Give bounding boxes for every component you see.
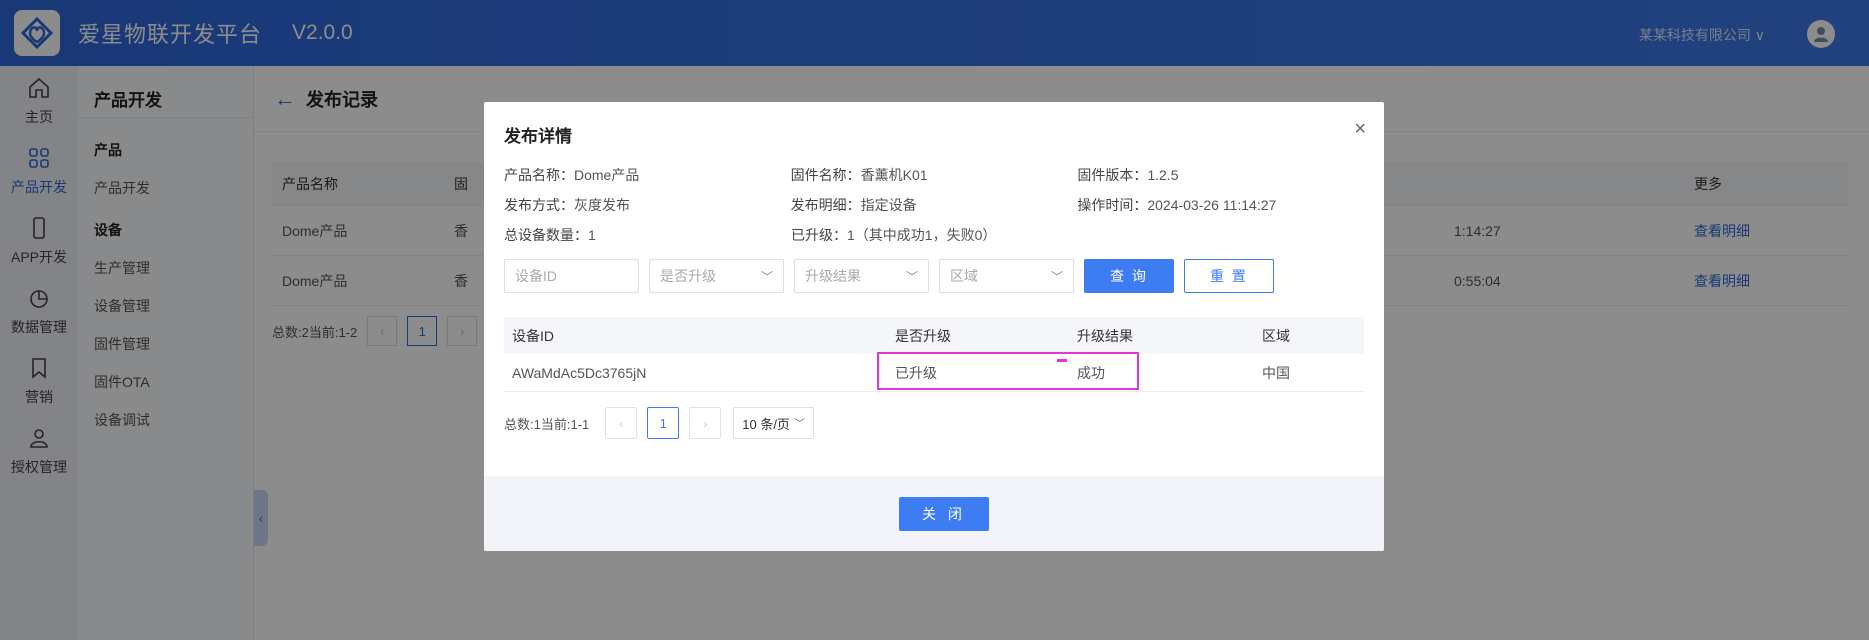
page-size-value: 10 条/页 [742, 416, 790, 432]
filter-bar: 设备ID 是否升级 ﹀ 升级结果 ﹀ 区域 ﹀ 查 询 重 置 [504, 259, 1274, 293]
info-key: 固件版本： [1077, 167, 1148, 183]
query-button[interactable]: 查 询 [1084, 259, 1174, 293]
info-key: 产品名称： [504, 167, 574, 183]
upgraded-placeholder: 是否升级 [660, 268, 716, 284]
table-header: 设备ID 是否升级 升级结果 区域 [504, 317, 1364, 354]
info-value: 2024-03-26 11:14:27 [1147, 197, 1277, 213]
cell-region: 中国 [1262, 364, 1290, 381]
info-key: 发布方式： [504, 197, 574, 213]
page-size-select[interactable]: 10 条/页 ﹀ [733, 407, 814, 439]
info-product: 产品名称：Dome产品 [504, 165, 791, 185]
info-firmware-version: 固件版本：1.2.5 [1077, 165, 1364, 185]
region-select[interactable]: 区域 ﹀ [939, 259, 1074, 293]
pager-summary: 总数:1当前:1-1 [504, 416, 590, 432]
modal-pager: 总数:1当前:1-1 ‹ 1 › 10 条/页 ﹀ [504, 407, 814, 439]
info-value: Dome产品 [574, 167, 640, 183]
col-header-result: 升级结果 [1077, 327, 1133, 344]
col-header-region: 区域 [1262, 327, 1290, 344]
info-key: 固件名称： [790, 167, 861, 183]
info-row: 发布方式：灰度发布 发布明细：指定设备 操作时间：2024-03-26 11:1… [504, 190, 1364, 220]
info-operation-time: 操作时间：2024-03-26 11:14:27 [1077, 195, 1364, 215]
info-value: 1（其中成功1，失败0） [847, 227, 997, 243]
info-key: 总设备数量： [504, 227, 588, 243]
modal-title: 发布详情 [504, 127, 572, 146]
release-info: 产品名称：Dome产品 固件名称：香薰机K01 固件版本：1.2.5 发布方式：… [504, 160, 1364, 250]
release-detail-modal: 发布详情 × 产品名称：Dome产品 固件名称：香薰机K01 固件版本：1.2.… [484, 102, 1384, 551]
info-value: 1 [588, 227, 596, 243]
chevron-down-icon: ﹀ [1050, 269, 1063, 284]
result-select[interactable]: 升级结果 ﹀ [794, 259, 929, 293]
col-header-device-id: 设备ID [512, 327, 554, 344]
close-button[interactable]: 关 闭 [899, 497, 989, 531]
info-key: 操作时间： [1077, 197, 1148, 213]
info-value: 指定设备 [860, 197, 917, 213]
highlight-mark [1057, 359, 1067, 362]
info-value: 1.2.5 [1147, 167, 1179, 183]
close-icon[interactable]: × [1354, 118, 1366, 141]
upgraded-select[interactable]: 是否升级 ﹀ [649, 259, 784, 293]
info-release-detail: 发布明细：指定设备 [791, 195, 1078, 215]
chevron-down-icon: ﹀ [905, 269, 918, 284]
pager-prev-button[interactable]: ‹ [605, 407, 638, 439]
result-placeholder: 升级结果 [805, 268, 861, 284]
info-upgraded: 已升级：1（其中成功1，失败0） [791, 225, 1191, 245]
region-placeholder: 区域 [950, 268, 978, 284]
chevron-down-icon: ﹀ [760, 269, 773, 284]
device-id-placeholder: 设备ID [515, 268, 557, 284]
chevron-down-icon: ﹀ [793, 418, 805, 430]
info-total-devices: 总设备数量：1 [504, 225, 791, 245]
info-firmware-name: 固件名称：香薰机K01 [791, 165, 1078, 185]
info-release-method: 发布方式：灰度发布 [504, 195, 791, 215]
info-row: 总设备数量：1 已升级：1（其中成功1，失败0） [504, 220, 1364, 250]
info-value: 香薰机K01 [860, 167, 928, 183]
info-key: 发布明细： [790, 197, 861, 213]
cell-device-id: AWaMdAc5Dc3765jN [512, 364, 647, 381]
pager-next-button[interactable]: › [689, 407, 722, 439]
highlight-box [877, 352, 1139, 390]
reset-button[interactable]: 重 置 [1184, 259, 1274, 293]
info-value: 灰度发布 [574, 197, 630, 213]
col-header-upgraded: 是否升级 [895, 327, 951, 344]
info-key: 已升级： [791, 227, 847, 243]
info-row: 产品名称：Dome产品 固件名称：香薰机K01 固件版本：1.2.5 [504, 160, 1364, 190]
device-id-input[interactable]: 设备ID [504, 259, 639, 293]
pager-page-button[interactable]: 1 [647, 407, 680, 439]
